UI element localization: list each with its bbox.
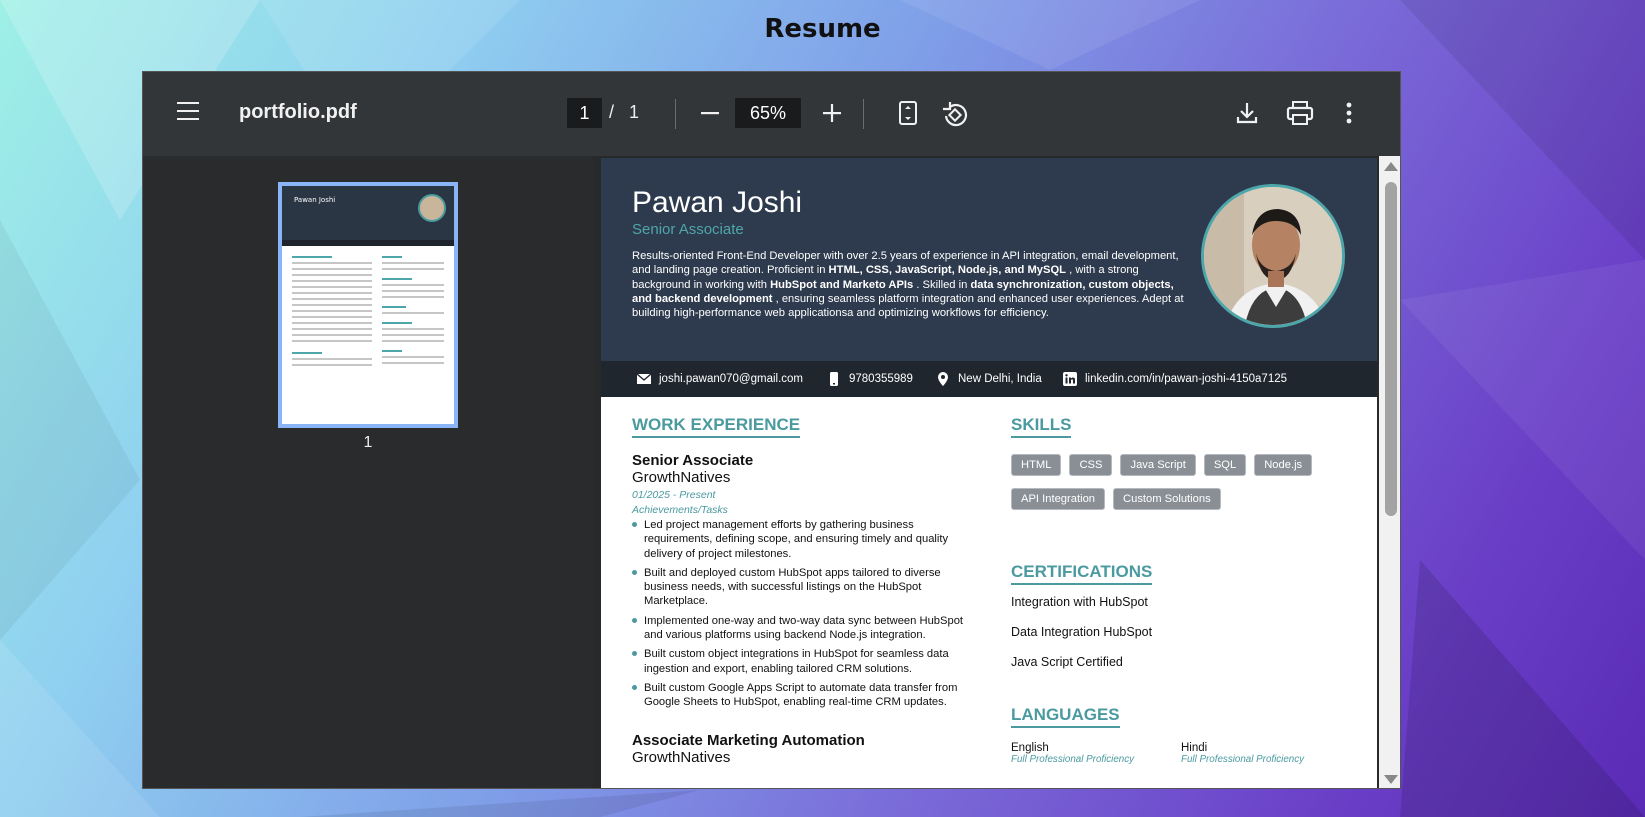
mail-icon <box>637 373 651 384</box>
download-icon[interactable] <box>1233 99 1261 127</box>
list-item: Built and deployed custom HubSpot apps t… <box>632 566 972 609</box>
section-heading: WORK EXPERIENCE <box>632 415 801 438</box>
document-area[interactable]: Pawan Joshi Senior Associate Results-ori… <box>593 156 1400 788</box>
page-thumbnail[interactable]: Pawan Joshi <box>278 182 458 428</box>
language-level: Full Professional Proficiency <box>1011 754 1135 765</box>
pdf-page: Pawan Joshi Senior Associate Results-ori… <box>601 158 1377 788</box>
linkedin-icon <box>1063 372 1077 386</box>
contact-email[interactable]: joshi.pawan070@gmail.com <box>637 372 803 386</box>
contact-linkedin[interactable]: linkedin.com/in/pawan-joshi-4150a7125 <box>1063 372 1287 386</box>
job-subhead: Achievements/Tasks <box>632 504 728 516</box>
page-title: Resume <box>764 14 881 44</box>
thumbnail-avatar <box>418 194 446 222</box>
certification-item: Integration with HubSpot <box>1011 595 1148 609</box>
job-dates: 01/2025 - Present <box>632 489 716 501</box>
certification-item: Data Integration HubSpot <box>1011 625 1153 639</box>
language-item: English Full Professional Proficiency <box>1011 742 1181 765</box>
print-icon[interactable] <box>1285 99 1315 127</box>
scroll-up-icon[interactable] <box>1384 162 1398 171</box>
page-number-input[interactable]: 1 <box>567 98 602 128</box>
language-level: Full Professional Proficiency <box>1181 754 1305 765</box>
thumbnail-page-label: 1 <box>363 434 373 451</box>
job-bullets: Led project management efforts by gather… <box>632 518 972 710</box>
zoom-level-input[interactable]: 65% <box>735 98 801 128</box>
resume-header: Pawan Joshi Senior Associate Results-ori… <box>601 158 1377 361</box>
thumbnail-name: Pawan Joshi <box>294 196 336 204</box>
linkedin-text: linkedin.com/in/pawan-joshi-4150a7125 <box>1085 373 1288 385</box>
profile-photo <box>1201 184 1345 328</box>
job-title: Associate Marketing Automation <box>632 731 865 749</box>
certification-item: Java Script Certified <box>1011 655 1123 669</box>
skill-tag: HTML <box>1011 454 1062 476</box>
work-experience-section: WORK EXPERIENCE Senior Associate GrowthN… <box>632 415 972 766</box>
phone-icon <box>830 372 838 386</box>
resume-summary: Results-oriented Front-End Developer wit… <box>632 250 1184 320</box>
list-item: Implemented one-way and two-way data syn… <box>632 614 972 643</box>
scroll-down-icon[interactable] <box>1384 775 1398 784</box>
contact-location: New Delhi, India <box>936 372 1042 386</box>
location-text: New Delhi, India <box>958 373 1042 385</box>
email-text: joshi.pawan070@gmail.com <box>659 373 803 385</box>
right-column: SKILLS HTML CSS Java Script SQL Node.js … <box>1011 415 1351 765</box>
thumbnail-sidebar: Pawan Joshi 1 <box>143 156 593 788</box>
file-name: portfolio.pdf <box>239 101 357 123</box>
section-heading: CERTIFICATIONS <box>1011 562 1153 585</box>
contact-bar: joshi.pawan070@gmail.com 9780355989 New … <box>601 361 1377 397</box>
list-item: Built custom Google Apps Script to autom… <box>632 681 972 710</box>
contact-phone[interactable]: 9780355989 <box>827 372 913 386</box>
list-item: Built custom object integrations in HubS… <box>632 647 972 676</box>
resume-role: Senior Associate <box>632 221 744 238</box>
zoom-in-icon[interactable] <box>819 100 845 126</box>
menu-icon[interactable] <box>177 102 201 122</box>
languages-list: English Full Professional Proficiency Hi… <box>1011 742 1351 765</box>
page-total: 1 <box>629 102 640 122</box>
rotate-icon[interactable] <box>940 100 970 128</box>
skill-tag: Java Script <box>1120 454 1196 476</box>
page-separator: / <box>609 102 615 122</box>
fit-page-icon[interactable] <box>895 100 921 126</box>
toolbar-divider <box>675 99 676 129</box>
pdf-viewer: portfolio.pdf 1 / 1 65% Pawan Joshi 1 Pa… <box>142 71 1401 789</box>
job-title: Senior Associate <box>632 452 754 469</box>
phone-text: 9780355989 <box>849 373 913 385</box>
language-item: Hindi Full Professional Proficiency <box>1181 742 1351 765</box>
skill-tag: CSS <box>1069 454 1113 476</box>
resume-name: Pawan Joshi <box>632 186 803 219</box>
skills-list: HTML CSS Java Script SQL Node.js API Int… <box>1011 454 1331 510</box>
viewer-toolbar: portfolio.pdf 1 / 1 65% <box>143 72 1400 156</box>
language-name: Hindi <box>1181 742 1208 754</box>
section-heading: LANGUAGES <box>1011 705 1120 728</box>
certifications-list: Integration with HubSpot Data Integratio… <box>1011 595 1351 669</box>
job-company: GrowthNatives <box>632 748 731 766</box>
scrollbar-thumb[interactable] <box>1385 182 1397 516</box>
location-pin-icon <box>938 372 948 386</box>
job-company: GrowthNatives <box>632 469 731 486</box>
section-heading: SKILLS <box>1011 415 1072 438</box>
list-item: Led project management efforts by gather… <box>632 518 972 561</box>
skill-tag: Node.js <box>1254 454 1313 476</box>
zoom-out-icon[interactable] <box>697 100 723 126</box>
skill-tag: API Integration <box>1011 488 1106 510</box>
language-name: English <box>1011 742 1049 754</box>
vertical-scrollbar[interactable] <box>1379 156 1400 788</box>
skill-tag: Custom Solutions <box>1113 488 1221 510</box>
toolbar-divider <box>863 99 864 129</box>
skill-tag: SQL <box>1203 454 1247 476</box>
more-options-icon[interactable] <box>1343 99 1355 127</box>
